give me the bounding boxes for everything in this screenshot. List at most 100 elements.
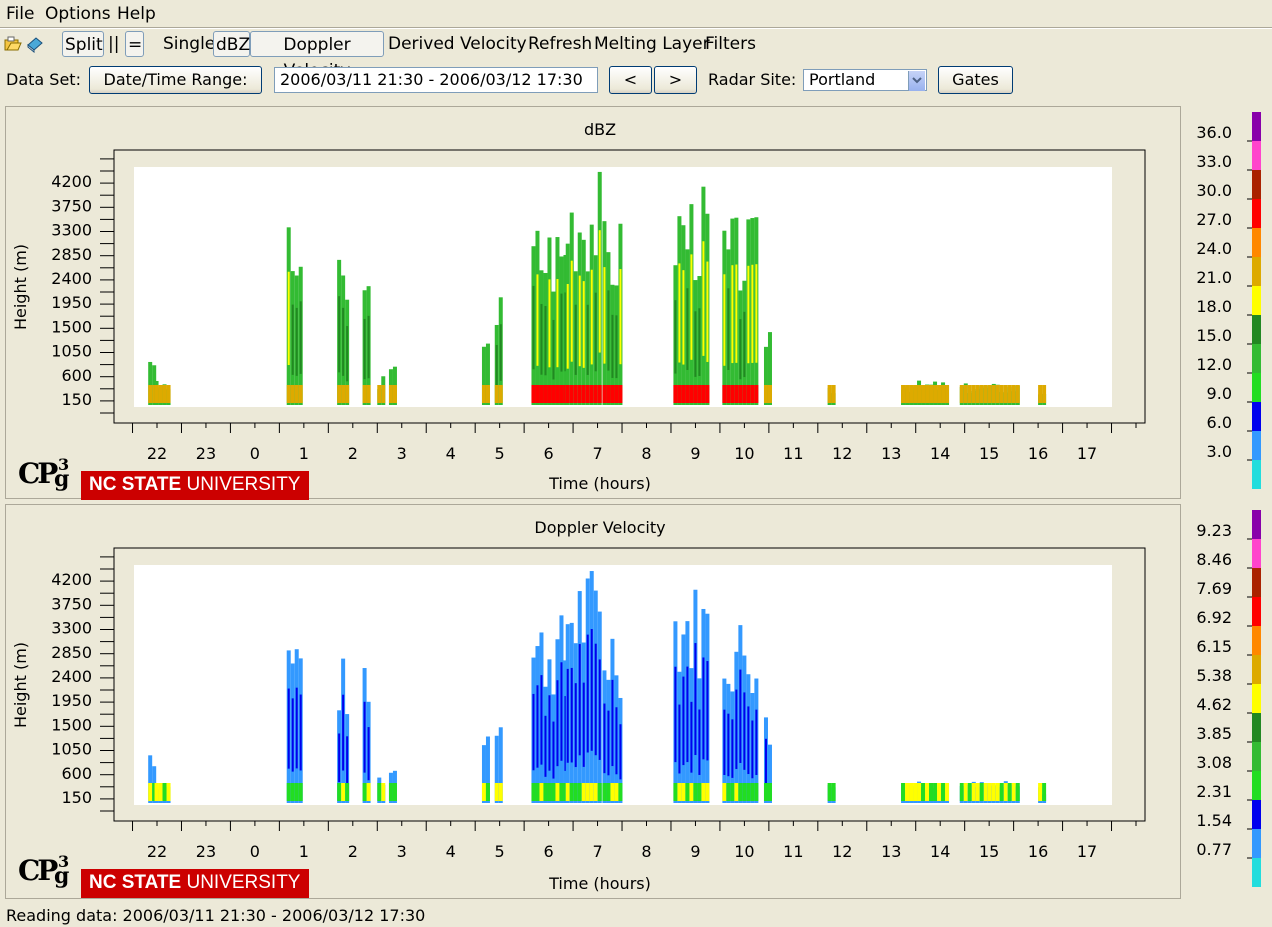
legend-value: 36.0 bbox=[1196, 123, 1232, 142]
melting-layer-button[interactable]: Melting Layer bbox=[594, 31, 710, 57]
ncsu-logo: NC STATE UNIVERSITY bbox=[81, 471, 309, 500]
x-tick-label: 23 bbox=[196, 444, 216, 463]
legend-swatch bbox=[1252, 713, 1261, 742]
x-tick-label: 13 bbox=[881, 842, 901, 861]
next-button[interactable]: > bbox=[654, 66, 697, 94]
legend-swatch bbox=[1252, 286, 1261, 315]
y-axis-label: Height (m) bbox=[11, 642, 30, 728]
menu-help[interactable]: Help bbox=[117, 4, 156, 24]
legend-swatch bbox=[1252, 228, 1261, 257]
legend-swatch bbox=[1252, 829, 1261, 858]
y-tick-label: 3300 bbox=[51, 619, 92, 638]
y-tick-label: 4200 bbox=[51, 570, 92, 589]
x-tick-label: 6 bbox=[544, 842, 554, 861]
y-tick-label: 2400 bbox=[51, 269, 92, 288]
y-tick-label: 1500 bbox=[51, 317, 92, 336]
x-tick-label: 17 bbox=[1077, 842, 1097, 861]
x-tick-label: 10 bbox=[734, 444, 754, 463]
y-tick-label: 600 bbox=[61, 764, 92, 783]
legend-value: 6.15 bbox=[1196, 637, 1232, 656]
legend-value: 0.77 bbox=[1196, 840, 1232, 859]
x-tick-label: 14 bbox=[930, 842, 950, 861]
columns-button[interactable]: || bbox=[108, 31, 119, 57]
derived-velocity-button[interactable]: Derived Velocity bbox=[388, 31, 527, 57]
menu-options[interactable]: Options bbox=[45, 4, 111, 24]
y-tick-label: 1950 bbox=[51, 293, 92, 312]
y-tick-label: 3750 bbox=[51, 196, 92, 215]
legend-swatch bbox=[1252, 257, 1261, 286]
x-tick-label: 22 bbox=[147, 842, 167, 861]
legend-swatch bbox=[1252, 199, 1261, 228]
single-button[interactable]: Single bbox=[163, 31, 215, 57]
legend-value: 1.54 bbox=[1196, 811, 1232, 830]
split-button[interactable]: Split bbox=[62, 31, 104, 57]
legend-swatch bbox=[1252, 141, 1261, 170]
x-tick-label: 17 bbox=[1077, 444, 1097, 463]
plot-area bbox=[134, 167, 1112, 407]
chart-title: dBZ bbox=[584, 120, 616, 139]
legend-swatch bbox=[1252, 742, 1261, 771]
legend-value: 30.0 bbox=[1196, 181, 1232, 200]
x-tick-label: 5 bbox=[495, 444, 505, 463]
x-tick-label: 8 bbox=[641, 444, 651, 463]
doppler-chart: Doppler Velocity420037503300285024001950… bbox=[11, 518, 1146, 893]
x-tick-label: 16 bbox=[1028, 444, 1048, 463]
filters-button[interactable]: Filters bbox=[705, 31, 756, 57]
menu-separator bbox=[0, 27, 1272, 29]
legend-value: 9.23 bbox=[1196, 521, 1232, 540]
legend-swatch bbox=[1252, 800, 1261, 829]
x-tick-label: 3 bbox=[397, 842, 407, 861]
y-tick-label: 4200 bbox=[51, 172, 92, 191]
radar-site-value: Portland bbox=[809, 70, 876, 89]
legend-swatch bbox=[1252, 402, 1261, 431]
legend-swatch bbox=[1252, 431, 1261, 460]
y-tick-label: 2850 bbox=[51, 245, 92, 264]
y-tick-label: 150 bbox=[61, 390, 92, 409]
legend-value: 4.62 bbox=[1196, 695, 1232, 714]
y-tick-label: 3300 bbox=[51, 221, 92, 240]
y-tick-label: 3750 bbox=[51, 594, 92, 613]
radar-site-select[interactable]: Portland bbox=[803, 69, 927, 91]
x-tick-label: 6 bbox=[544, 444, 554, 463]
doppler-panel: Doppler Velocity 4200 3750 3300 2850 2400 1950… bbox=[5, 504, 1181, 899]
x-tick-label: 11 bbox=[783, 444, 803, 463]
legend-swatch bbox=[1252, 771, 1261, 800]
legend-value: 9.0 bbox=[1207, 384, 1232, 403]
dbz-toggle[interactable]: dBZ bbox=[213, 31, 250, 57]
dbz-legend: 36.0 33.0 30.0 27.0 24.0 21.0 18.0 15.0 12.0 9.0 6… bbox=[1196, 112, 1261, 489]
x-tick-label: 9 bbox=[690, 842, 700, 861]
chevron-down-icon[interactable] bbox=[908, 71, 925, 91]
doppler-velocity-toggle[interactable]: Doppler Velocity bbox=[250, 31, 384, 81]
legend-swatch bbox=[1252, 597, 1261, 626]
menu-file[interactable]: File bbox=[6, 4, 34, 24]
y-axis-label: Height (m) bbox=[11, 244, 30, 330]
legend-swatch bbox=[1252, 460, 1261, 489]
legend-value: 12.0 bbox=[1196, 355, 1232, 374]
dbz-chart: dBZ4200375033002850240019501500105060015… bbox=[11, 120, 1146, 493]
gates-button[interactable]: Gates bbox=[938, 66, 1013, 94]
legend-value: 5.38 bbox=[1196, 666, 1232, 685]
legend-swatch bbox=[1252, 539, 1261, 568]
x-tick-label: 8 bbox=[641, 842, 651, 861]
x-tick-label: 10 bbox=[734, 842, 754, 861]
ncsu-logo: NC STATE UNIVERSITY bbox=[81, 869, 309, 898]
legend-value: 21.0 bbox=[1196, 268, 1232, 287]
date-time-range-button[interactable]: Date/Time Range: bbox=[89, 66, 262, 94]
equals-button[interactable]: = bbox=[125, 31, 144, 57]
menu-bar: File Options Help bbox=[0, 0, 1272, 27]
legend-value: 6.92 bbox=[1196, 608, 1232, 627]
x-tick-label: 9 bbox=[690, 444, 700, 463]
refresh-button[interactable]: Refresh bbox=[528, 31, 592, 57]
x-axis-label: Time (hours) bbox=[548, 474, 651, 493]
y-tick-label: 2850 bbox=[51, 643, 92, 662]
date-range-field[interactable]: 2006/03/11 21:30 - 2006/03/12 17:30 bbox=[274, 67, 598, 93]
book-icon[interactable] bbox=[26, 35, 44, 54]
legend-swatch bbox=[1252, 568, 1261, 597]
previous-button[interactable]: < bbox=[609, 66, 652, 94]
dataset-label: Data Set: bbox=[6, 70, 81, 89]
legend-swatch bbox=[1252, 112, 1261, 141]
legend-value: 7.69 bbox=[1196, 579, 1232, 598]
folder-open-icon[interactable] bbox=[4, 35, 22, 53]
legend-swatch bbox=[1252, 510, 1261, 539]
legend-swatch bbox=[1252, 170, 1261, 199]
